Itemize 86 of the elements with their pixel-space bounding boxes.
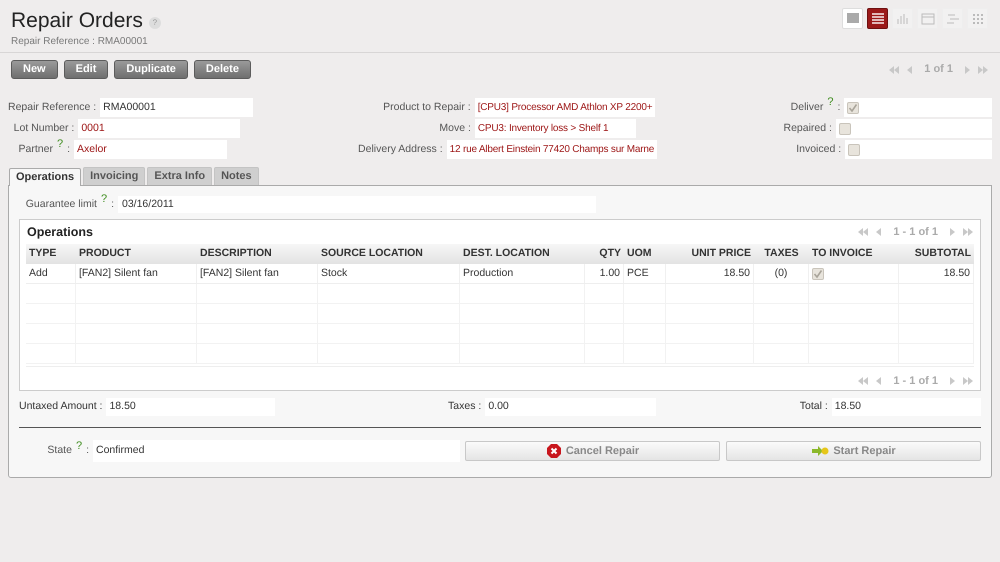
checkbox-field[interactable] [844,98,992,117]
tab[interactable]: Extra Info [147,167,212,185]
field-label: Repaired : [784,120,832,136]
pager-text: 1 - 1 of 1 [892,374,939,389]
table-cell-text: Production [463,266,514,281]
tab[interactable]: Notes [214,167,259,185]
help-mark[interactable]: ? [100,191,108,208]
table-cell-text: [FAN2] Silent fan [79,266,158,281]
column-header[interactable]: PRODUCT [79,247,131,260]
table-cell-text: 1.00 [600,266,620,281]
table-cell-text: [FAN2] Silent fan [200,266,279,281]
cancel-icon [546,443,562,459]
table-cell-text: PCE [627,266,649,281]
field-label: Product to Repair : [383,100,471,115]
tab[interactable]: Invoicing [83,167,146,185]
help-mark[interactable]: ? [827,94,834,111]
amount-field: 0.00 [485,398,656,416]
form-field[interactable]: [CPU3] Processor AMD Athlon XP 2200+ [474,98,656,117]
amount-field: 18.50 [106,398,275,416]
state-field: Confirmed [93,440,460,462]
checkbox-field[interactable] [845,140,992,159]
checkbox[interactable] [838,122,851,134]
checkbox[interactable] [812,268,824,280]
column-header[interactable]: TO INVOICE [812,247,872,260]
column-header[interactable]: DESCRIPTION [200,247,272,260]
label-colon: : [86,443,89,458]
view-switch-button[interactable] [867,8,888,29]
field-label: State [47,443,72,458]
last-page-icon[interactable] [977,64,989,74]
table-cell-text: Stock [321,266,348,281]
column-header[interactable]: QTY [599,247,621,260]
total-label: Taxes : [448,399,482,414]
table-cell-text: 18.50 [944,266,970,281]
pager-text: 1 - 1 of 1 [892,224,939,240]
column-header[interactable]: SUBTOTAL [914,247,971,260]
form-field[interactable]: 0001 [78,119,240,138]
section-title: Operations [27,224,93,241]
date-field[interactable]: 03/16/2011 [118,196,596,213]
amount-field: 18.50 [832,398,982,416]
field-label: Lot Number : [14,120,74,136]
pager-text: 1 of 1 [923,62,954,78]
help-mark[interactable]: ? [56,136,64,153]
field-label: Deliver [790,100,824,115]
first-page-icon[interactable] [857,227,870,237]
total-label: Total : [800,399,828,414]
label-colon: : [67,142,70,157]
first-page-icon[interactable] [857,376,870,386]
field-label: Partner [18,142,53,157]
toolbar-button[interactable]: Delete [194,60,251,79]
column-header[interactable]: UNIT PRICE [691,247,751,260]
help-mark[interactable]: ? [76,438,82,454]
column-header[interactable]: TAXES [764,247,799,260]
field-label: Repair Reference : [8,100,96,115]
checkbox[interactable] [847,102,860,114]
label-colon: : [837,100,840,115]
toolbar-button[interactable]: Duplicate [114,60,188,79]
tab[interactable]: Operations [9,168,82,186]
total-label: Untaxed Amount : [19,399,102,414]
table-cell-text: Add [29,266,48,281]
checkbox[interactable] [848,144,860,156]
column-header[interactable]: TYPE [29,247,56,260]
page-subtitle: Repair Reference : RMA00001 [11,35,149,49]
form-field[interactable]: CPU3: Inventory loss > Shelf 1 [474,119,636,138]
table-cell-text: (0) [774,266,788,281]
toolbar-button[interactable]: New [11,60,58,79]
form-field[interactable]: 12 rue Albert Einstein 77420 Champs sur Marne [446,140,658,159]
column-header[interactable]: UOM [627,247,652,260]
column-header[interactable]: DEST. LOCATION [463,247,550,260]
table-cell-text: 18.50 [724,266,750,281]
toolbar-button[interactable]: Edit [64,60,108,79]
field-label: Invoiced : [796,142,842,157]
page-title: Repair Orders [11,8,143,34]
form-field[interactable]: Axelor [74,140,227,159]
form-field[interactable]: RMA00001 [100,98,254,117]
form-view-icon [870,10,886,26]
checkbox-field[interactable] [836,119,992,138]
first-page-icon[interactable] [888,64,900,74]
field-label: Move : [439,120,471,136]
calendar-view-icon [920,10,936,26]
label-colon: : [111,196,114,212]
field-label: Guarantee limit [26,196,97,212]
column-header[interactable]: SOURCE LOCATION [321,247,423,260]
arrow-icon [811,445,830,457]
last-page-icon[interactable] [962,227,974,237]
field-label: Delivery Address : [358,142,443,157]
last-page-icon[interactable] [962,376,974,386]
